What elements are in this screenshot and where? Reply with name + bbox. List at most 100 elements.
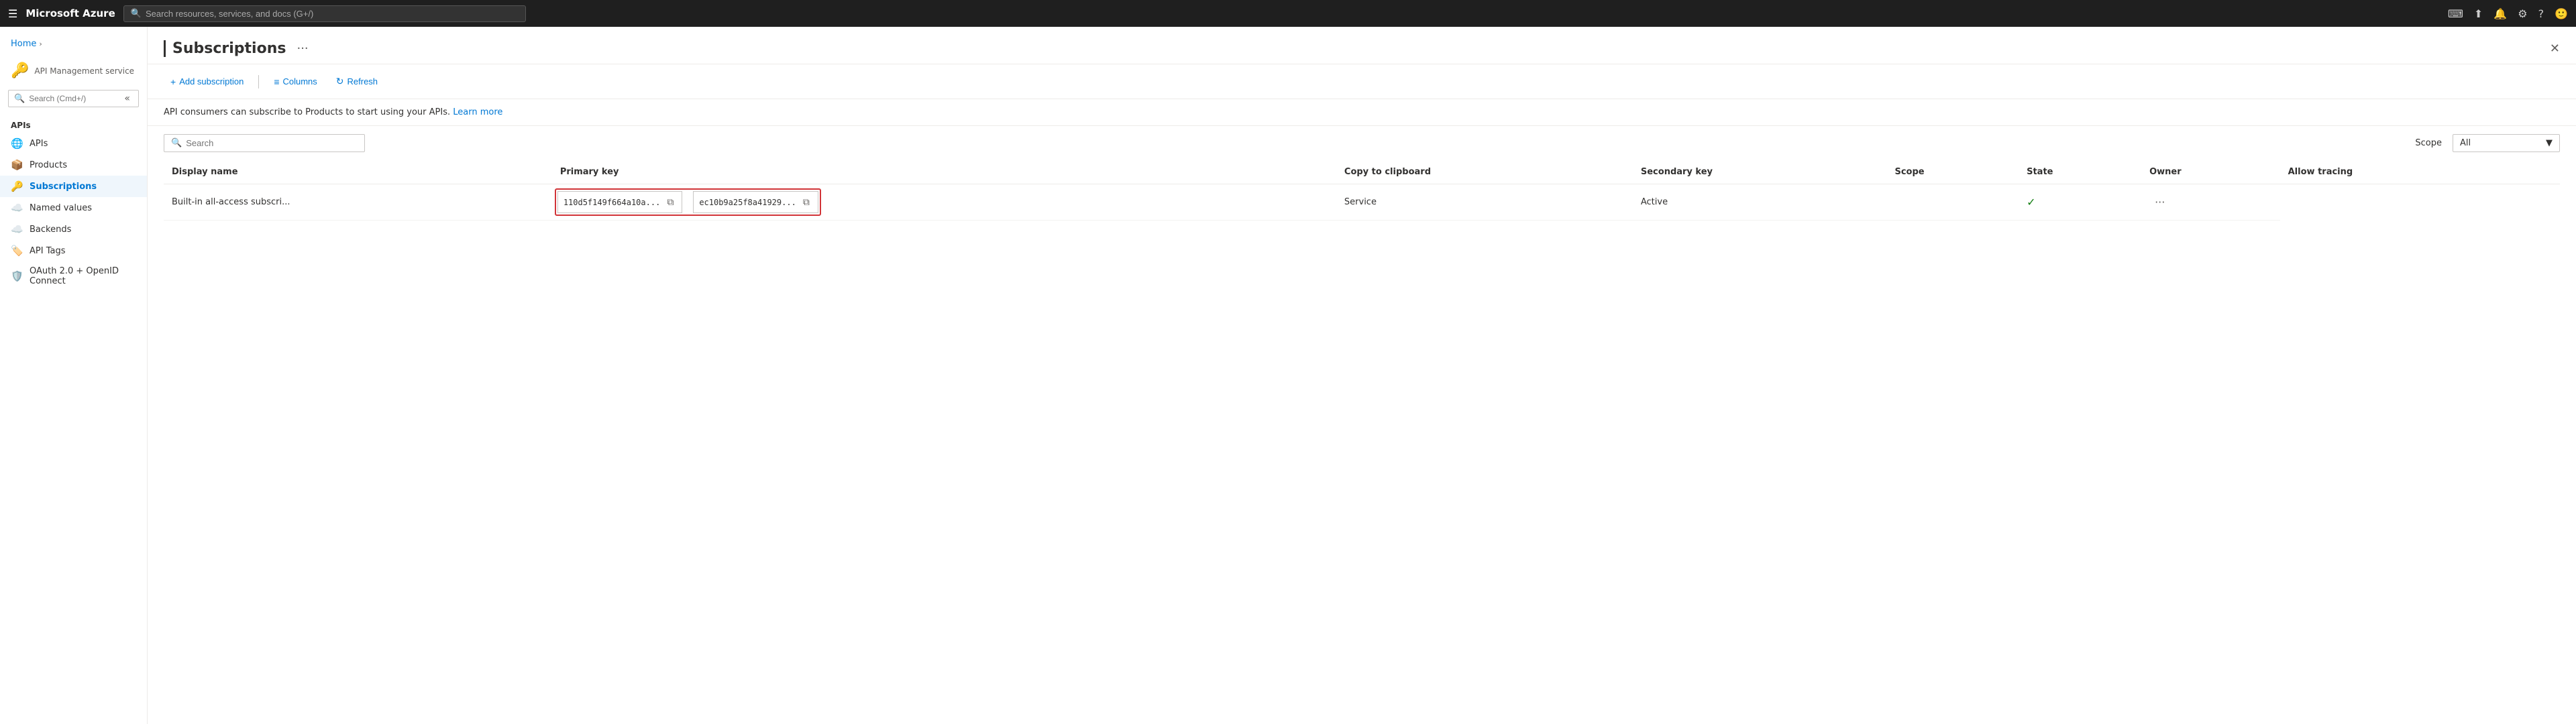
sidebar-search-input[interactable] <box>29 94 117 103</box>
sidebar: Home › 🔑 API Management service 🔍 « APIs… <box>0 27 148 724</box>
backends-icon: ☁️ <box>11 223 23 235</box>
global-search-input[interactable] <box>146 9 519 19</box>
primary-key-value: 110d5f149f664a10a... <box>564 198 661 207</box>
refresh-icon: ↻ <box>336 76 344 87</box>
scope-value: All <box>2460 138 2471 148</box>
add-subscription-button[interactable]: + Add subscription <box>164 73 250 90</box>
apis-icon: 🌐 <box>11 137 23 149</box>
col-allow-tracing: Allow tracing <box>2280 160 2514 184</box>
col-secondary-key: Secondary key <box>1633 160 1887 184</box>
sidebar-section-apis: APIs <box>0 115 147 133</box>
sidebar-item-label: Backends <box>30 225 71 235</box>
notifications-icon[interactable]: 🔔 <box>2493 7 2507 20</box>
top-nav: ☰ Microsoft Azure 🔍 ⌨ ⬆ 🔔 ⚙ ? 🙂 <box>0 0 2576 27</box>
table-search-input[interactable] <box>186 138 358 148</box>
page-header: Subscriptions ··· ✕ <box>148 27 2576 64</box>
terminal-icon[interactable]: ⌨ <box>2448 7 2463 20</box>
col-state: State <box>2019 160 2141 184</box>
secondary-key-value: ec10b9a25f8a41929... <box>699 198 796 207</box>
breadcrumb-home[interactable]: Home <box>11 39 36 49</box>
page-title: Subscriptions <box>164 40 286 57</box>
refresh-button[interactable]: ↻ Refresh <box>329 72 384 90</box>
toolbar: + Add subscription ≡ Columns ↻ Refresh <box>148 64 2576 99</box>
filter-search[interactable]: 🔍 <box>164 134 365 152</box>
nav-icons: ⌨ ⬆ 🔔 ⚙ ? 🙂 <box>2448 7 2568 20</box>
copy-secondary-key-button[interactable]: ⧉ <box>800 195 812 209</box>
cell-scope: Service <box>1336 184 1633 221</box>
close-button[interactable]: ✕ <box>2550 42 2560 56</box>
col-owner: Owner <box>2141 160 2280 184</box>
columns-icon: ≡ <box>274 76 279 87</box>
sidebar-search[interactable]: 🔍 « <box>8 90 139 107</box>
subscriptions-table-container: Display name Primary key Copy to clipboa… <box>148 160 2576 221</box>
keys-highlighted-group: 110d5f149f664a10a... ⧉ ec10b9a25f8a41929… <box>555 188 821 216</box>
cell-keys: 110d5f149f664a10a... ⧉ ec10b9a25f8a41929… <box>552 184 1336 221</box>
col-copy-tooltip: Copy to clipboard <box>1336 160 1633 184</box>
feedback-icon[interactable]: ⬆ <box>2474 7 2483 20</box>
sidebar-item-subscriptions[interactable]: 🔑 Subscriptions <box>0 176 147 197</box>
sidebar-item-apis[interactable]: 🌐 APIs <box>0 133 147 154</box>
columns-button[interactable]: ≡ Columns <box>267 73 323 90</box>
sidebar-item-label: Named values <box>30 203 92 213</box>
subscriptions-table: Display name Primary key Copy to clipboa… <box>164 160 2560 221</box>
api-tags-icon: 🏷️ <box>11 245 23 257</box>
columns-label: Columns <box>282 76 317 86</box>
refresh-label: Refresh <box>347 76 378 86</box>
row-more-button[interactable]: ··· <box>2149 193 2170 211</box>
info-text: API consumers can subscribe to Products … <box>164 107 450 117</box>
title-options-button[interactable]: ··· <box>297 42 308 56</box>
sidebar-item-products[interactable]: 📦 Products <box>0 154 147 176</box>
sidebar-item-label: OAuth 2.0 + OpenID Connect <box>30 266 136 286</box>
col-primary-key: Primary key <box>552 160 1336 184</box>
state-value: Active <box>1641 197 1668 207</box>
products-icon: 📦 <box>11 159 23 171</box>
col-display-name: Display name <box>164 160 552 184</box>
sidebar-item-oauth[interactable]: 🛡️ OAuth 2.0 + OpenID Connect <box>0 261 147 291</box>
table-row: Built-in all-access subscri... 110d5f149… <box>164 184 2560 221</box>
subscriptions-icon: 🔑 <box>11 180 23 192</box>
sidebar-item-backends[interactable]: ☁️ Backends <box>0 219 147 240</box>
cell-row-actions: ··· <box>2141 184 2280 221</box>
named-values-icon: ☁️ <box>11 202 23 214</box>
sidebar-item-named-values[interactable]: ☁️ Named values <box>0 197 147 219</box>
app-title: Microsoft Azure <box>25 7 115 19</box>
scope-dropdown[interactable]: All ▼ <box>2453 134 2560 152</box>
search-icon: 🔍 <box>14 94 25 104</box>
account-icon[interactable]: 🙂 <box>2555 7 2568 20</box>
cell-state: Active <box>1633 184 1887 221</box>
copy-primary-key-button[interactable]: ⧉ <box>664 195 676 209</box>
learn-more-link[interactable]: Learn more <box>453 107 502 117</box>
add-icon: + <box>170 76 176 87</box>
secondary-key-cell: ec10b9a25f8a41929... ⧉ <box>693 191 818 213</box>
breadcrumb-separator: › <box>39 40 42 48</box>
sidebar-item-label: API Tags <box>30 246 65 256</box>
service-icon: 🔑 <box>11 62 29 79</box>
search-icon: 🔍 <box>131 9 142 19</box>
search-icon: 🔍 <box>171 138 182 148</box>
chevron-down-icon: ▼ <box>2546 138 2553 148</box>
settings-icon[interactable]: ⚙ <box>2518 7 2527 20</box>
breadcrumb: Home › <box>0 35 147 57</box>
collapse-button[interactable]: « <box>121 93 133 104</box>
allow-tracing-check-icon: ✓ <box>2027 196 2035 208</box>
global-search[interactable]: 🔍 <box>123 5 526 22</box>
cell-display-name: Built-in all-access subscri... <box>164 184 552 221</box>
cell-owner <box>1886 184 2019 221</box>
help-icon[interactable]: ? <box>2538 7 2544 20</box>
info-bar: API consumers can subscribe to Products … <box>148 99 2576 126</box>
sidebar-item-api-tags[interactable]: 🏷️ API Tags <box>0 240 147 261</box>
sidebar-item-label: APIs <box>30 139 48 149</box>
primary-key-cell: 110d5f149f664a10a... ⧉ <box>557 191 683 213</box>
add-subscription-label: Add subscription <box>179 76 244 86</box>
sidebar-item-label: Subscriptions <box>30 182 97 192</box>
cell-allow-tracing: ✓ <box>2019 184 2141 221</box>
main-content: Subscriptions ··· ✕ + Add subscription ≡… <box>148 27 2576 724</box>
filter-bar: 🔍 Scope All ▼ <box>148 126 2576 160</box>
service-name: API Management service <box>34 66 134 76</box>
scope-label: Scope <box>2415 138 2442 148</box>
toolbar-separator <box>258 75 259 88</box>
col-scope: Scope <box>1886 160 2019 184</box>
sidebar-item-label: Products <box>30 160 67 170</box>
oauth-icon: 🛡️ <box>11 270 23 282</box>
hamburger-menu[interactable]: ☰ <box>8 7 17 20</box>
